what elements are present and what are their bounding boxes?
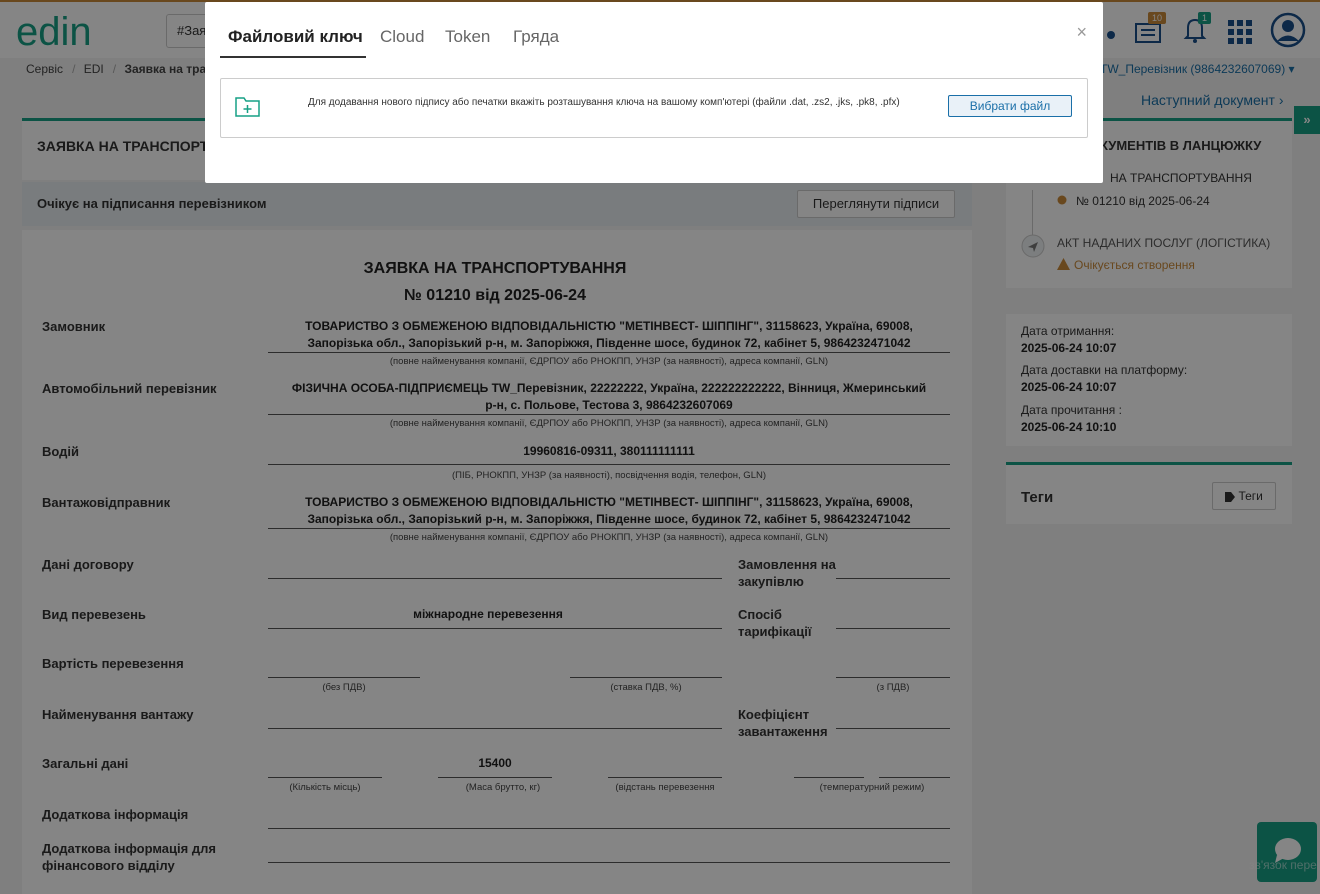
add-folder-icon xyxy=(235,97,260,117)
close-icon[interactable]: × xyxy=(1076,22,1087,43)
file-key-panel: Для додавання нового підпису або печатки… xyxy=(220,78,1088,138)
signature-key-modal: Файловий ключ Cloud Token Гряда × Для до… xyxy=(205,2,1103,183)
tab-token[interactable]: Token xyxy=(445,27,490,61)
file-key-instructions: Для додавання нового підпису або печатки… xyxy=(308,97,900,108)
tab-file-key[interactable]: Файловий ключ xyxy=(220,24,366,58)
tab-hryada[interactable]: Гряда xyxy=(513,27,559,61)
choose-file-button[interactable]: Вибрати файл xyxy=(948,95,1072,117)
tab-cloud[interactable]: Cloud xyxy=(380,27,424,61)
